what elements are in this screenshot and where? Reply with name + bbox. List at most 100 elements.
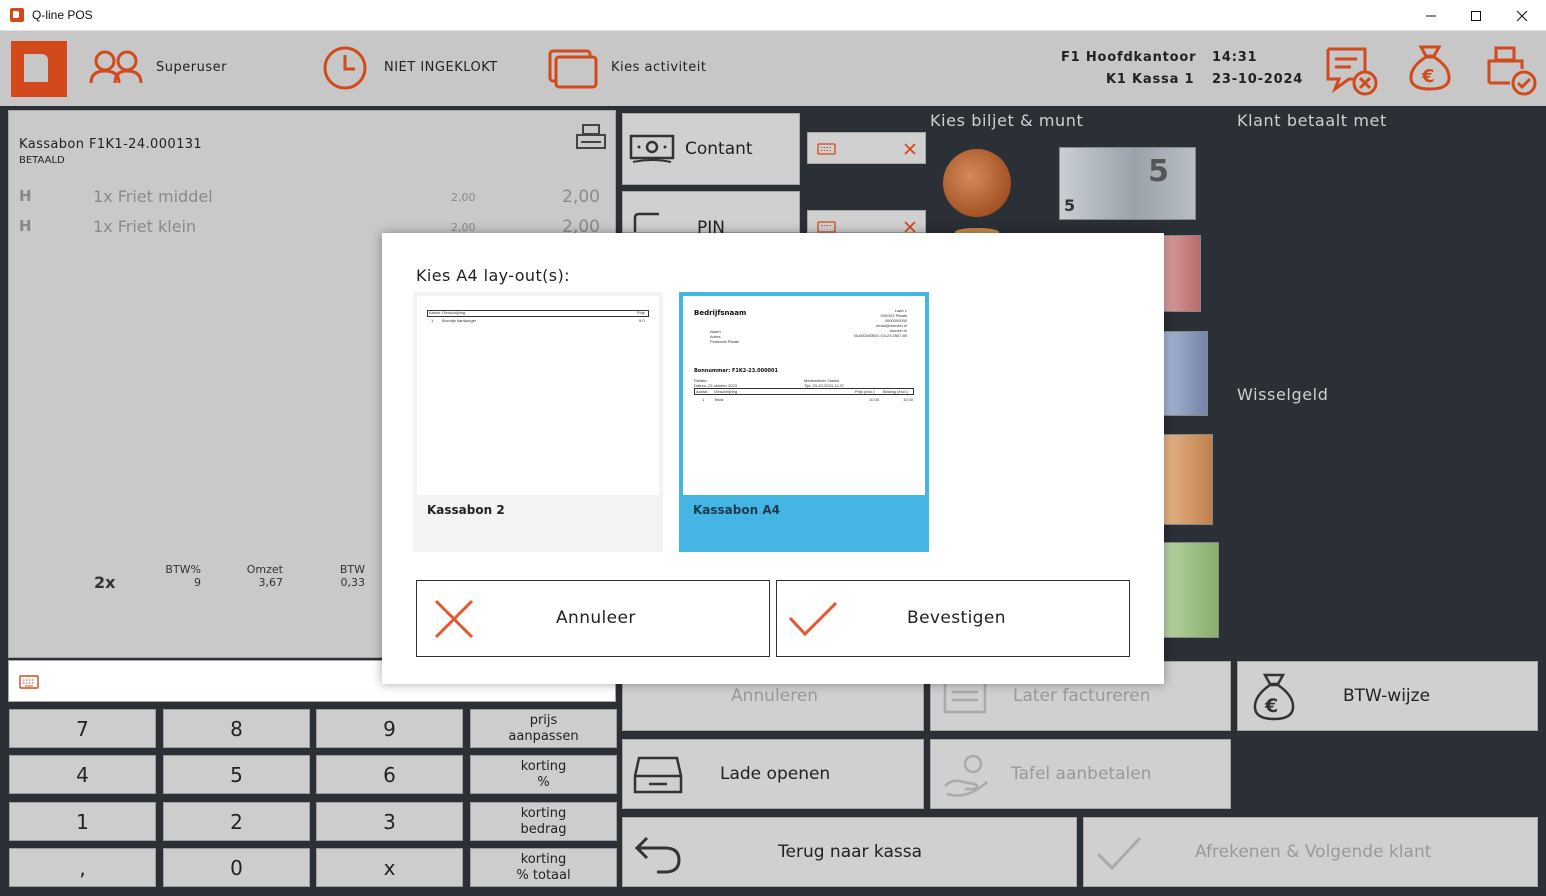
key-3[interactable]: 3	[316, 802, 463, 841]
keyboard-icon[interactable]	[817, 221, 837, 233]
coin-5-cent[interactable]	[943, 149, 1011, 217]
btw-wijze-button[interactable]: € BTW-wijze	[1237, 661, 1538, 731]
card-icon	[633, 212, 659, 232]
payment-contant-label: Contant	[685, 139, 753, 159]
maximize-button[interactable]	[1453, 0, 1499, 31]
preview-text: Omschrijving	[442, 310, 466, 315]
keyboard-icon[interactable]	[19, 675, 39, 689]
keyboard-icon[interactable]	[817, 143, 837, 155]
activity-label[interactable]: Kies activiteit	[611, 60, 706, 75]
banknote-10[interactable]	[1163, 235, 1201, 312]
key-6[interactable]: 6	[316, 755, 463, 794]
cancel-receipt-icon[interactable]	[1325, 45, 1381, 97]
note-denomination: 5	[1064, 196, 1076, 215]
printer-check-icon[interactable]	[1486, 45, 1538, 97]
payment-pin-button[interactable]: PIN	[622, 191, 800, 238]
btw-pct-value: 9	[194, 576, 201, 589]
afrekenen-label: Afrekenen & Volgende klant	[1195, 842, 1432, 862]
key-8[interactable]: 8	[163, 709, 310, 748]
key-label: prijs	[529, 712, 558, 728]
preview-text: Omschrijving	[714, 389, 738, 394]
payment-contant-button[interactable]: Contant	[622, 113, 800, 185]
afrekenen-button[interactable]: Afrekenen & Volgende klant	[1083, 817, 1538, 887]
key-label: korting	[520, 758, 567, 774]
preview-text: 10,00	[903, 397, 914, 402]
svg-text:€: €	[1264, 695, 1278, 717]
banknote-20[interactable]	[1163, 331, 1208, 416]
tafel-aanbetalen-label: Tafel aanbetalen	[1011, 764, 1152, 784]
time-label: 14:31	[1212, 50, 1258, 65]
key-multiply[interactable]: x	[316, 848, 463, 887]
clear-icon[interactable]	[904, 221, 916, 233]
note-denomination: 5	[1148, 154, 1169, 189]
lade-openen-button[interactable]: Lade openen	[622, 739, 924, 809]
preview-text: Broodje hamburger	[442, 318, 477, 323]
key-label: % totaal	[516, 867, 571, 883]
btw-value: 0,33	[340, 576, 366, 589]
annuleren-label: Annuleren	[731, 686, 818, 706]
pin-amount-input[interactable]	[807, 210, 926, 233]
preview-text: Prijs	[637, 310, 645, 315]
layout-preview: Bedrijfsnaam Laan 1 0000XX Plaats 000000…	[683, 296, 925, 495]
minimize-icon	[1426, 15, 1436, 16]
preview-text: 10,00	[869, 397, 880, 402]
layout-name: Kassabon 2	[427, 503, 505, 517]
close-icon	[1516, 10, 1528, 21]
clock-status[interactable]: NIET INGEKLOKT	[384, 60, 498, 75]
hand-coin-icon	[944, 754, 988, 797]
layout-option-kassabon-2[interactable]: Aantal Omschrijving Prijs 1 Broodje hamb…	[413, 292, 663, 552]
printer-icon[interactable]	[575, 123, 607, 151]
preview-text: Bedrag (excl.)	[883, 389, 908, 394]
banknote-50[interactable]	[1163, 434, 1213, 525]
key-comma[interactable]: ,	[9, 848, 156, 887]
receipt-line[interactable]: H 1x Friet middel 2,00 2,00	[9, 187, 615, 211]
money-bag-icon: €	[1253, 673, 1295, 721]
korting-bedrag-button[interactable]: korting bedrag	[470, 802, 617, 841]
cancel-button[interactable]: Annuleer	[416, 580, 770, 657]
banknote-5[interactable]: 5 5	[1059, 147, 1196, 220]
korting-totaal-button[interactable]: korting % totaal	[470, 848, 617, 887]
preview-text: NL000000B01 IO123.4567.89	[853, 333, 907, 338]
key-4[interactable]: 4	[9, 755, 156, 794]
money-bag-icon[interactable]: €	[1407, 43, 1453, 93]
receipt-title: Kassabon F1K1-24.000131	[19, 137, 203, 152]
preview-text: Postcode Plaats	[710, 339, 739, 344]
window-title: Q-line POS	[32, 8, 93, 22]
clock-icon[interactable]	[322, 45, 368, 91]
banknote-100[interactable]	[1163, 542, 1219, 638]
key-label: %	[537, 774, 550, 790]
tafel-aanbetalen-button[interactable]: Tafel aanbetalen	[930, 739, 1231, 809]
key-0[interactable]: 0	[163, 848, 310, 887]
key-7[interactable]: 7	[9, 709, 156, 748]
clear-icon[interactable]	[904, 143, 916, 155]
user-name[interactable]: Superuser	[156, 60, 227, 75]
terug-naar-kassa-button[interactable]: Terug naar kassa	[622, 817, 1077, 887]
layout-dialog: Kies A4 lay-out(s): Aantal Omschrijving …	[382, 233, 1164, 684]
line-unit-price: 2,00	[451, 191, 476, 204]
contant-amount-input[interactable]	[807, 132, 926, 164]
korting-pct-button[interactable]: korting %	[470, 755, 617, 794]
layout-option-kassabon-a4[interactable]: Bedrijfsnaam Laan 1 0000XX Plaats 000000…	[679, 292, 929, 552]
omzet-value: 3,67	[258, 576, 284, 589]
key-label: aanpassen	[508, 728, 579, 744]
btw-label: BTW	[339, 563, 365, 576]
key-2[interactable]: 2	[163, 802, 310, 841]
btw-wijze-label: BTW-wijze	[1343, 686, 1431, 706]
key-5[interactable]: 5	[163, 755, 310, 794]
line-code: H	[19, 187, 32, 205]
preview-company: Bedrijfsnaam	[694, 309, 747, 317]
prijs-aanpassen-button[interactable]: prijs aanpassen	[470, 709, 617, 748]
activity-icon[interactable]	[548, 49, 598, 89]
cash-icon	[629, 134, 675, 163]
key-1[interactable]: 1	[9, 802, 156, 841]
preview-text: 9,0	[639, 318, 645, 323]
back-arrow-icon	[634, 836, 681, 874]
line-description: 1x Friet klein	[93, 217, 197, 236]
minimize-button[interactable]	[1408, 0, 1454, 31]
close-window-button[interactable]	[1499, 0, 1545, 31]
confirm-button[interactable]: Bevestigen	[776, 580, 1130, 657]
key-9[interactable]: 9	[316, 709, 463, 748]
layout-preview: Aantal Omschrijving Prijs 1 Broodje hamb…	[417, 296, 659, 495]
check-icon	[788, 601, 838, 637]
users-icon[interactable]	[89, 49, 145, 89]
